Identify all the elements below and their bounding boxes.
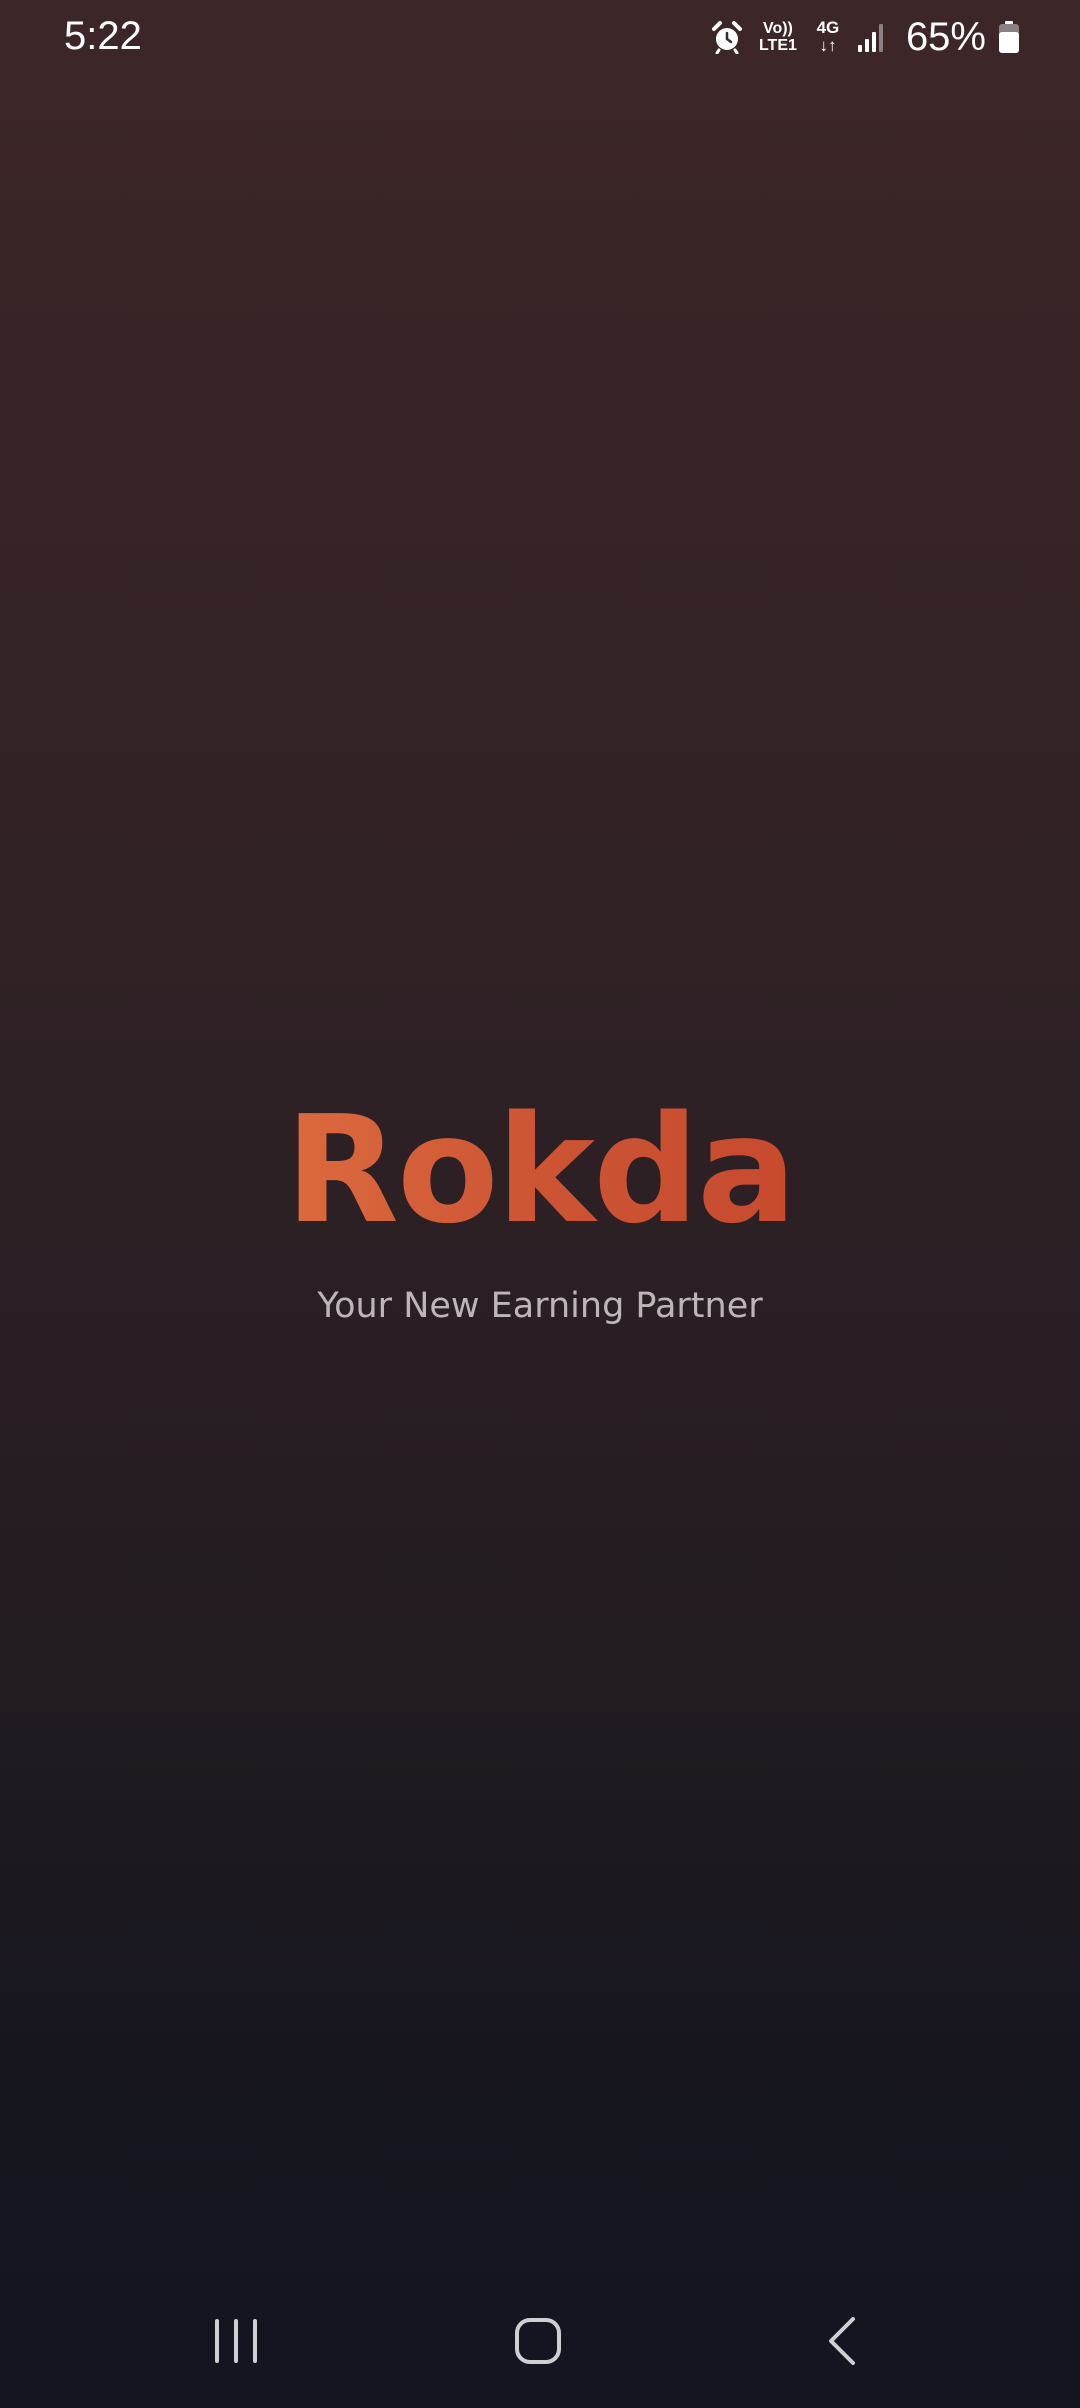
data-activity-icon: 4G ↓↑ xyxy=(812,19,844,55)
back-button[interactable] xyxy=(797,2306,887,2376)
recent-apps-icon xyxy=(215,2319,257,2363)
signal-icon xyxy=(857,24,883,52)
network-arrows: ↓↑ xyxy=(819,36,837,55)
status-time: 5:22 xyxy=(64,14,142,58)
volte-bottom-label: LTE1 xyxy=(758,37,797,54)
tagline: Your New Earning Partner xyxy=(317,1286,763,1326)
logo: Rokda xyxy=(0,1084,1080,1256)
alarm-icon xyxy=(711,21,742,54)
recent-apps-button[interactable] xyxy=(191,2306,281,2376)
volte-top-label: Vo)) xyxy=(762,20,793,37)
home-icon xyxy=(515,2318,561,2364)
status-icons: Vo)) LTE1 4G ↓↑ 65% xyxy=(710,12,1020,62)
battery-icon xyxy=(999,21,1019,53)
home-button[interactable] xyxy=(493,2306,583,2376)
status-bar: 5:22 Vo)) LTE1 4G ↓↑ 65% xyxy=(0,0,1080,72)
volte-icon: Vo)) LTE1 xyxy=(756,20,800,54)
navigation-bar xyxy=(0,2296,1080,2386)
battery-percent: 65% xyxy=(905,15,986,59)
network-type-label: 4G xyxy=(816,18,840,37)
logo-wordmark: Rokda xyxy=(285,1084,797,1256)
back-icon xyxy=(829,2317,855,2365)
